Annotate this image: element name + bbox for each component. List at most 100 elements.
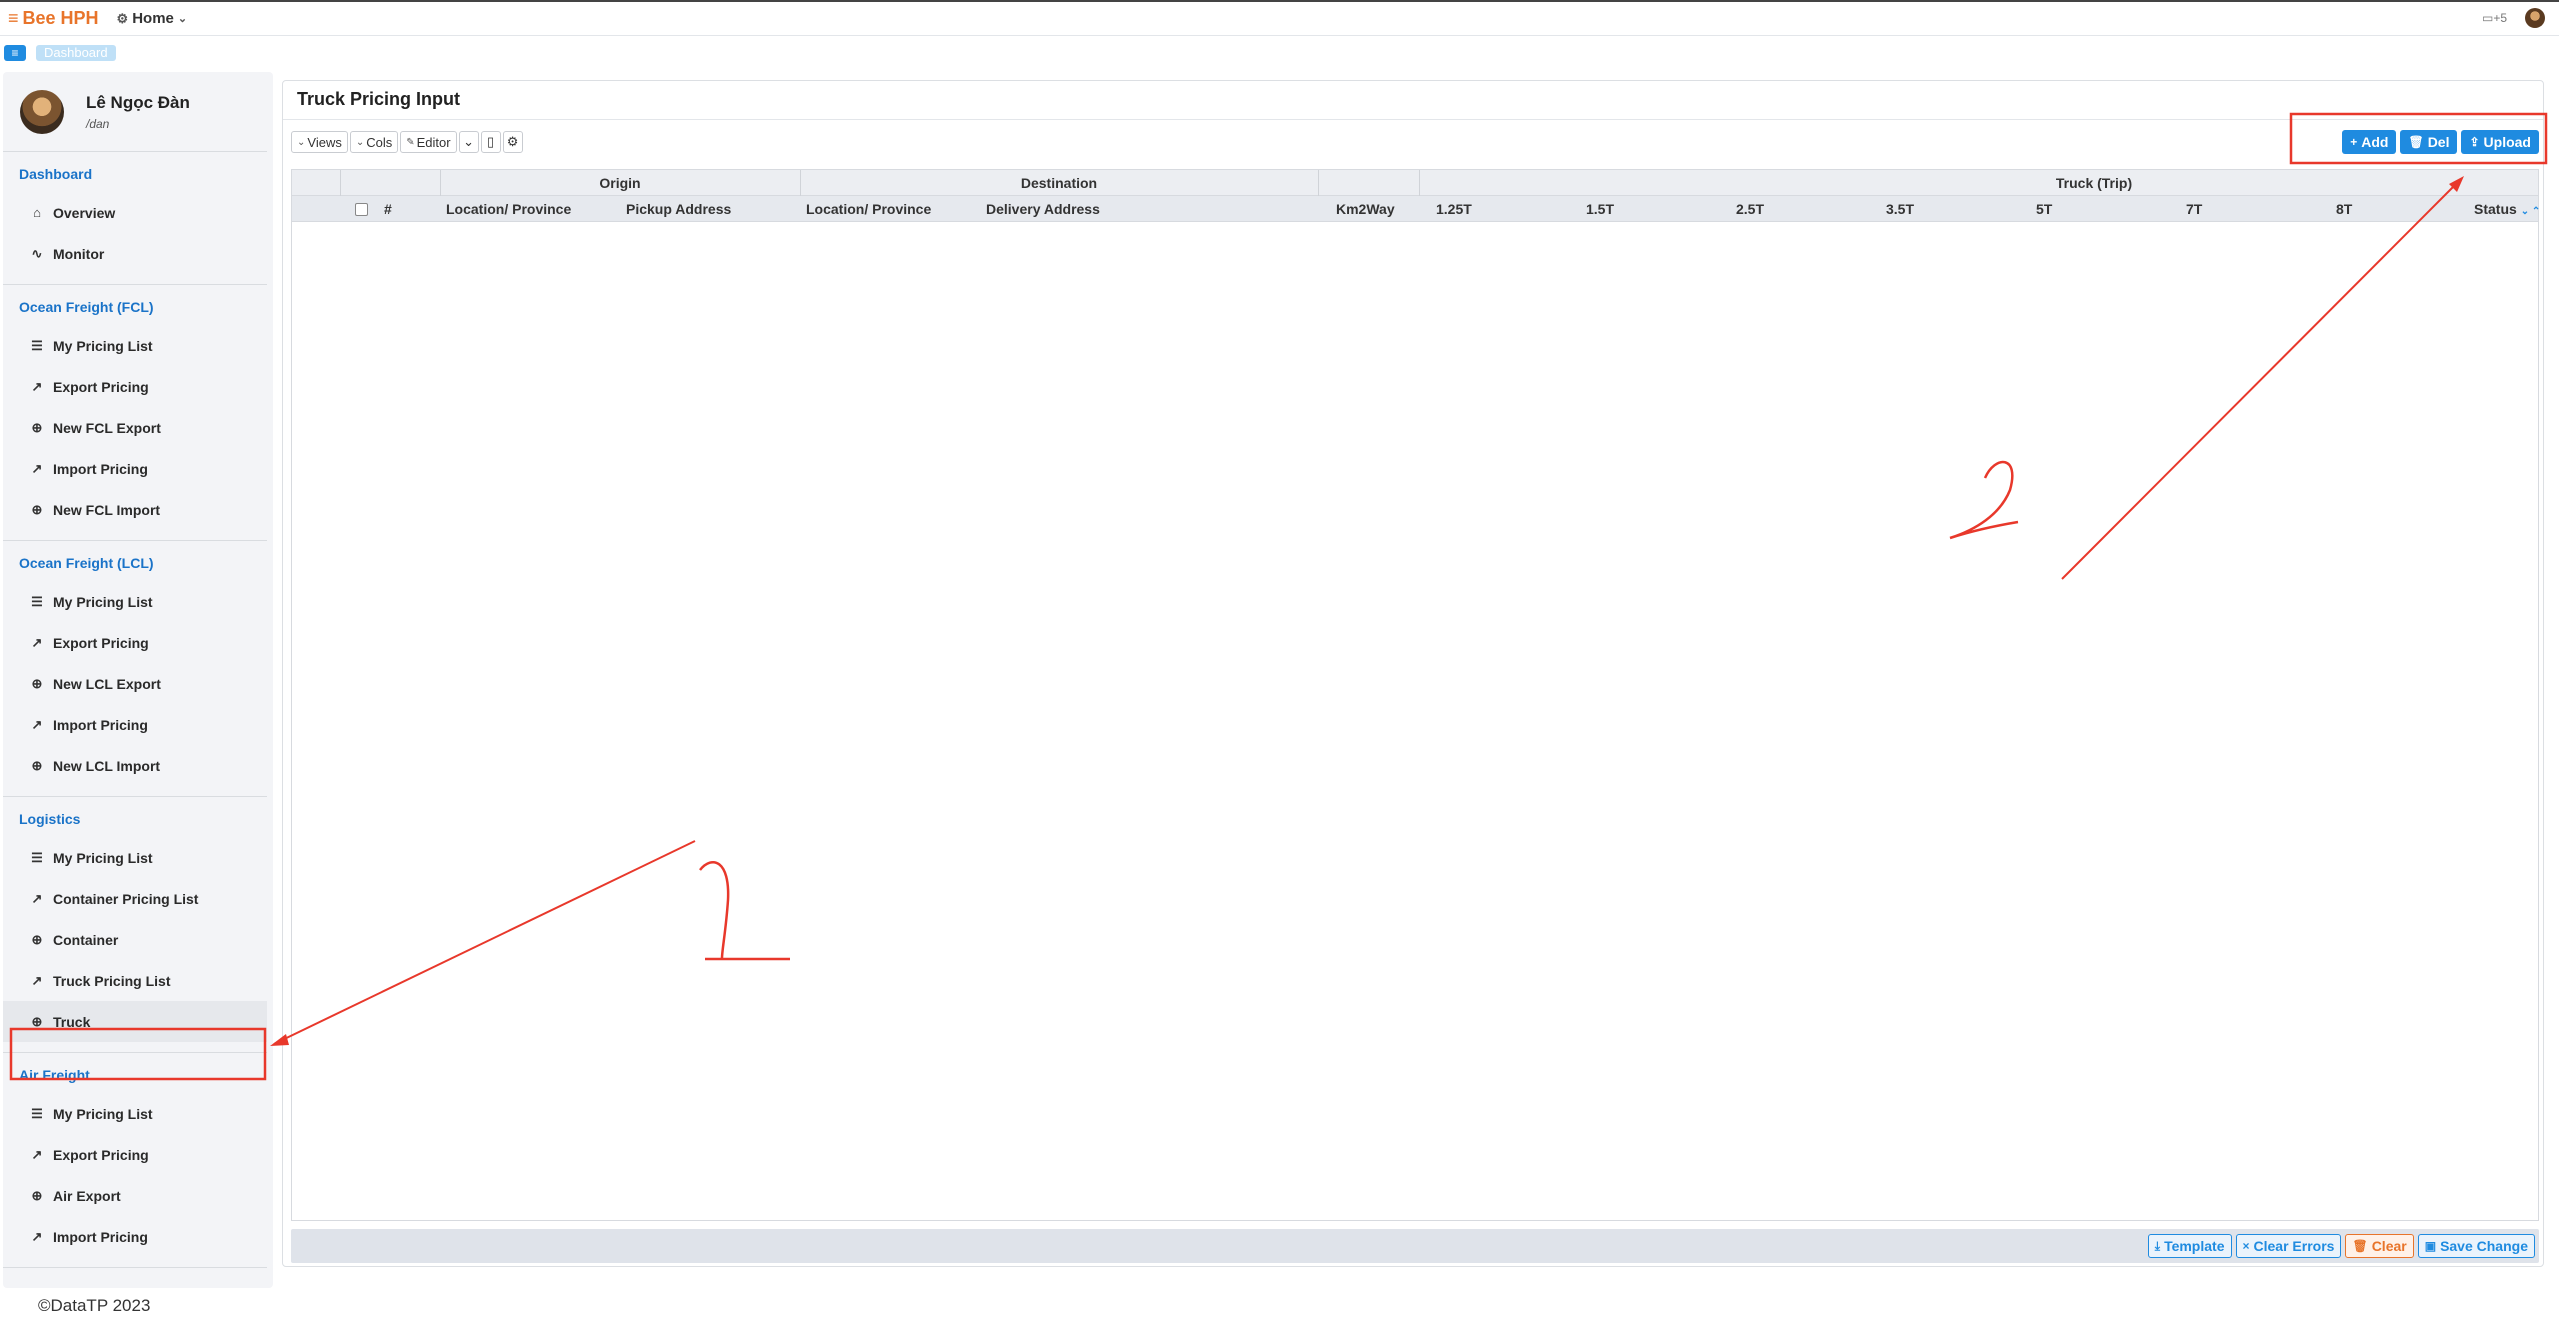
col-origin-location[interactable]: Location/ Province (446, 196, 571, 222)
views-label: Views (307, 134, 342, 150)
sidebar-item-label: Export Pricing (53, 1146, 149, 1163)
notifications-button[interactable]: ▭+5 (2482, 11, 2507, 25)
template-label: Template (2164, 1238, 2225, 1254)
template-button[interactable]: ⤓ Template (2147, 1234, 2232, 1258)
col-7t[interactable]: 7T (2186, 196, 2202, 222)
col-1-5t[interactable]: 1.5T (1586, 196, 1614, 222)
sidebar-item[interactable]: ⊕ New LCL Export (3, 663, 267, 704)
sidebar-item-label: My Pricing List (53, 337, 153, 354)
sidebar: Lê Ngọc Đàn /dan Dashboard ⌂ Overview ∿ Moni… (3, 72, 273, 1288)
sidebar-section-title[interactable]: Ocean Freight (LCL) (3, 553, 267, 573)
bottom-action-bar: ⤓ Template × Clear Errors 🗑 Clear ▣ Save Cha… (291, 1229, 2539, 1263)
arrow-up-right-icon: ↗ (31, 716, 43, 732)
book-button[interactable]: ▯ (480, 131, 501, 153)
arrow-up-right-icon: ↗ (31, 634, 43, 650)
list-icon: ☰ (31, 593, 43, 609)
sidebar-item[interactable]: ⊕ Truck (3, 1001, 267, 1042)
cols-button[interactable]: ⌄ Cols (349, 131, 399, 153)
sidebar-item-label: Import Pricing (53, 716, 148, 733)
editor-button[interactable]: ✎ Editor (400, 131, 457, 153)
avatar[interactable] (20, 89, 64, 134)
gear-icon: ⚙ (506, 134, 519, 149)
sidebar-item[interactable]: ↗ Import Pricing (3, 704, 267, 745)
sidebar-item-label: My Pricing List (53, 593, 153, 610)
add-button[interactable]: + Add (2342, 130, 2397, 154)
sidebar-section-title[interactable]: Air Freight (3, 1065, 267, 1085)
settings-button[interactable]: ⚙ (502, 131, 523, 153)
col-5t[interactable]: 5T (2036, 196, 2052, 222)
sidebar-item[interactable]: ⊕ Air Export (3, 1175, 267, 1216)
user-handle: /dan (86, 116, 110, 131)
sidebar-section: Ocean Freight (LCL) ☰ My Pricing List ↗ Expo… (3, 541, 267, 797)
sidebar-item[interactable]: ⊕ Container (3, 919, 267, 960)
sidebar-item[interactable]: ↗ Truck Pricing List (3, 960, 267, 1001)
col-status[interactable]: Status ⌄ ⌃ (2474, 196, 2540, 222)
col-pickup-address[interactable]: Pickup Address (626, 196, 731, 222)
sidebar-item[interactable]: ☰ My Pricing List (3, 325, 267, 366)
arrow-up-right-icon: ↗ (31, 378, 43, 394)
sidebar-section-title[interactable]: Dashboard (3, 164, 267, 184)
sidebar-item[interactable]: ☰ My Pricing List (3, 837, 267, 878)
sidebar-item-label: New LCL Export (53, 675, 161, 692)
more-dropdown-button[interactable]: ⌄ (458, 131, 479, 153)
plus-circle-icon: ⊕ (31, 419, 43, 435)
views-button[interactable]: ⌄ Views (291, 131, 348, 153)
user-profile[interactable]: Lê Ngọc Đàn /dan (3, 72, 267, 152)
plus-circle-icon: ⊕ (31, 931, 43, 947)
list-icon: ☰ (31, 337, 43, 353)
home-menu[interactable]: ⚙ Home ⌄ (117, 10, 188, 27)
col-km2way[interactable]: Km2Way (1336, 196, 1395, 222)
sidebar-item[interactable]: ☰ My Pricing List (3, 1093, 267, 1134)
col-3-5t[interactable]: 3.5T (1886, 196, 1914, 222)
sidebar-item[interactable]: ↗ Container Pricing List (3, 878, 267, 919)
clear-errors-button[interactable]: × Clear Errors (2235, 1234, 2342, 1258)
col-status-label: Status (2474, 201, 2517, 217)
sidebar-item[interactable]: ↗ Export Pricing (3, 366, 267, 407)
upload-button[interactable]: ⇪ Upload (2461, 130, 2539, 154)
sidebar-item-label: Container (53, 931, 119, 948)
sidebar-item[interactable]: ↗ Import Pricing (3, 448, 267, 489)
list-icon: ☰ (31, 1105, 43, 1121)
sidebar-item[interactable]: ⊕ New FCL Import (3, 489, 267, 530)
user-name: Lê Ngọc Đàn (86, 92, 190, 112)
sidebar-item[interactable]: ↗ Import Pricing (3, 1216, 267, 1257)
menu-icon[interactable]: ≡ (4, 45, 26, 61)
grid-toolbar: ⌄ Views ⌄ Cols ✎ Editor ⌄ ▯ ⚙ (291, 131, 525, 153)
save-change-button[interactable]: ▣ Save Change (2417, 1234, 2535, 1258)
delete-button[interactable]: 🗑 Del (2400, 130, 2458, 154)
plus-circle-icon: ⊕ (31, 501, 43, 517)
col-1-25t[interactable]: 1.25T (1436, 196, 1472, 222)
sidebar-item[interactable]: ↗ Export Pricing (3, 1134, 267, 1175)
upload-label: Upload (2483, 134, 2531, 150)
sidebar-section-title[interactable]: Logistics (3, 809, 267, 829)
sort-icon[interactable]: ⌄ ⌃ (2521, 206, 2541, 217)
col-dest-location[interactable]: Location/ Province (806, 196, 931, 222)
upload-icon: ⇪ (2469, 135, 2480, 149)
sidebar-item[interactable]: ⊕ New LCL Import (3, 745, 267, 786)
chat-icon: ▭ (2481, 11, 2494, 25)
sidebar-item[interactable]: ↗ Export Pricing (3, 622, 267, 663)
sidebar-item-label: Export Pricing (53, 378, 149, 395)
col-delivery-address[interactable]: Delivery Address (986, 196, 1100, 222)
brand-name[interactable]: Bee HPH (23, 8, 99, 29)
col-index[interactable]: # (384, 196, 392, 222)
divider (283, 119, 2543, 120)
brand-menu[interactable]: ≡ Bee HPH (8, 8, 99, 29)
clear-button[interactable]: 🗑 Clear (2345, 1234, 2414, 1258)
hamburger-icon[interactable]: ≡ (8, 8, 19, 29)
user-avatar[interactable] (2525, 8, 2545, 28)
sidebar-item-label: My Pricing List (53, 1105, 153, 1122)
save-change-label: Save Change (2440, 1238, 2528, 1254)
sidebar-item[interactable]: ⊕ New FCL Export (3, 407, 267, 448)
breadcrumb-dashboard[interactable]: Dashboard (36, 45, 116, 61)
pricing-grid[interactable]: Origin Destination Truck (Trip) # Locati… (291, 169, 2540, 1221)
col-2-5t[interactable]: 2.5T (1736, 196, 1764, 222)
sidebar-item-label: Truck Pricing List (53, 972, 171, 989)
sidebar-item[interactable]: ☰ My Pricing List (3, 581, 267, 622)
sidebar-item[interactable]: ⌂ Overview (3, 192, 267, 233)
col-8t[interactable]: 8T (2336, 196, 2352, 222)
sidebar-section-title[interactable]: Ocean Freight (FCL) (3, 297, 267, 317)
group-header-origin: Origin (599, 175, 641, 191)
sidebar-item[interactable]: ∿ Monitor (3, 233, 267, 274)
select-all-checkbox[interactable] (355, 203, 368, 216)
